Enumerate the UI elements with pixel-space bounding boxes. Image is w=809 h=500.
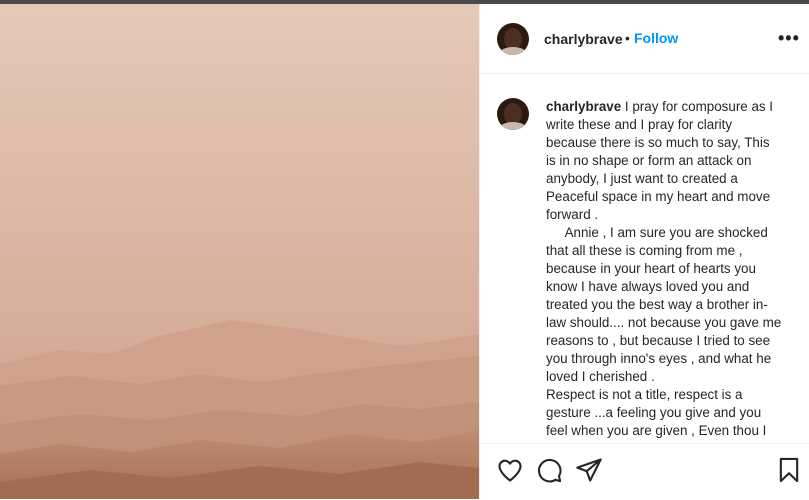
comment-icon[interactable] xyxy=(535,456,563,484)
share-icon[interactable] xyxy=(575,456,603,484)
post-image[interactable] xyxy=(0,4,479,499)
avatar[interactable] xyxy=(497,23,529,55)
follow-button[interactable]: Follow xyxy=(634,30,678,46)
heart-icon[interactable] xyxy=(496,456,524,484)
bookmark-icon[interactable] xyxy=(775,456,803,484)
post-caption: charlybrave I pray for composure as I wr… xyxy=(546,98,782,443)
caption-text: I pray for composure as I write these an… xyxy=(546,99,782,443)
post-side-panel: charlybrave • Follow ••• charlybrave I p… xyxy=(479,4,809,499)
action-bar xyxy=(480,443,809,500)
separator-dot: • xyxy=(625,30,630,46)
post-header: charlybrave • Follow ••• xyxy=(480,4,809,74)
username-link[interactable]: charlybrave xyxy=(544,31,623,47)
caption-username[interactable]: charlybrave xyxy=(546,99,621,114)
desert-dunes-photo xyxy=(0,4,479,499)
comments-area[interactable]: charlybrave I pray for composure as I wr… xyxy=(480,74,809,443)
caption-avatar[interactable] xyxy=(497,98,529,130)
more-options-icon[interactable]: ••• xyxy=(778,28,800,49)
